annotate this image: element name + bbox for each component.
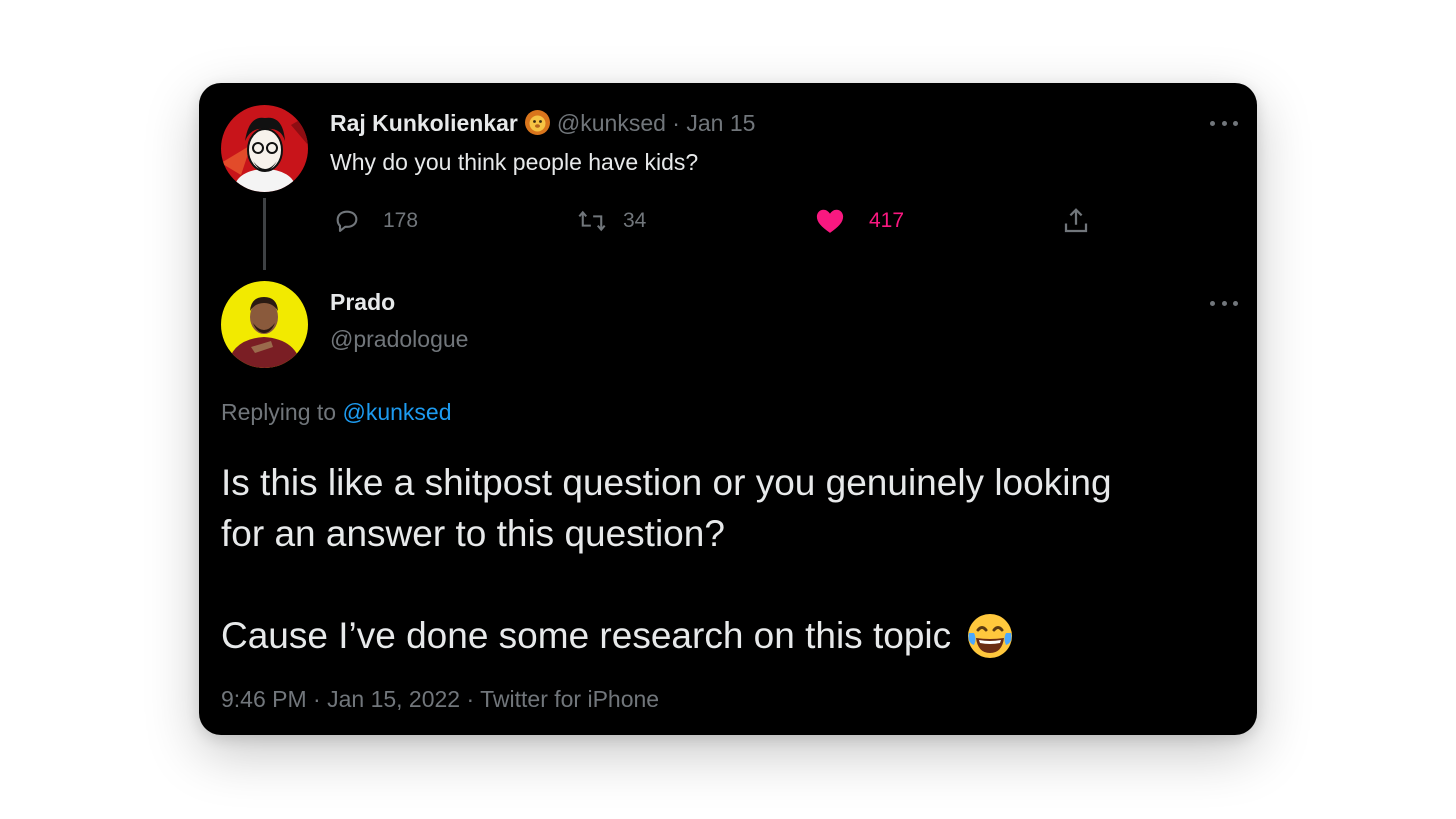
share-action[interactable] xyxy=(1061,206,1091,236)
retweet-count: 34 xyxy=(623,209,647,232)
reply-text-line-1: Is this like a shitpost question or you … xyxy=(221,462,1112,503)
reply-tweet-text: Is this like a shitpost question or you … xyxy=(221,457,1112,661)
reply-text-line-3: Cause I’ve done some research on this to… xyxy=(221,615,952,656)
avatar-prado[interactable] xyxy=(221,281,308,368)
parent-tweet-text: Why do you think people have kids? xyxy=(330,149,699,175)
reply-text-line-3-row: Cause I’ve done some research on this to… xyxy=(221,610,1112,661)
replying-to-line: Replying to @kunksed xyxy=(221,399,451,426)
parent-separator: · xyxy=(672,110,680,136)
retweet-icon xyxy=(578,210,606,232)
reply-count: 178 xyxy=(383,209,419,232)
reply-text-line-2: for an answer to this question? xyxy=(221,513,725,554)
lion-emoji-icon xyxy=(524,109,551,136)
replying-to-mention[interactable]: @kunksed xyxy=(342,399,451,425)
retweet-action[interactable]: 34 xyxy=(577,207,646,235)
parent-display-name[interactable]: Raj Kunkolienkar xyxy=(330,110,518,136)
like-count: 417 xyxy=(869,209,905,232)
parent-author-row: Raj Kunkolienkar @kunksed · Jan 15 xyxy=(330,109,755,137)
laughing-tears-emoji-icon xyxy=(965,611,1015,661)
reply-icon xyxy=(336,210,358,232)
reply-action[interactable]: 178 xyxy=(333,207,418,235)
parent-handle[interactable]: @kunksed xyxy=(557,110,666,136)
heart-filled-icon xyxy=(816,209,844,233)
like-action[interactable]: 417 xyxy=(815,207,904,235)
reply-display-name[interactable]: Prado xyxy=(330,289,395,316)
replying-to-prefix: Replying to xyxy=(221,399,337,425)
thread-connector-line xyxy=(263,198,266,270)
reply-more-options-icon[interactable] xyxy=(1210,299,1238,307)
parent-date[interactable]: Jan 15 xyxy=(686,110,755,136)
avatar-raj[interactable] xyxy=(221,105,308,192)
share-icon xyxy=(1064,208,1088,233)
reply-handle[interactable]: @pradologue xyxy=(330,326,468,353)
tweet-timestamp[interactable]: 9:46 PM · Jan 15, 2022 · Twitter for iPh… xyxy=(221,686,659,713)
parent-more-options-icon[interactable] xyxy=(1210,119,1238,127)
tweet-card: Raj Kunkolienkar @kunksed · Jan 15 Why do… xyxy=(199,83,1257,735)
